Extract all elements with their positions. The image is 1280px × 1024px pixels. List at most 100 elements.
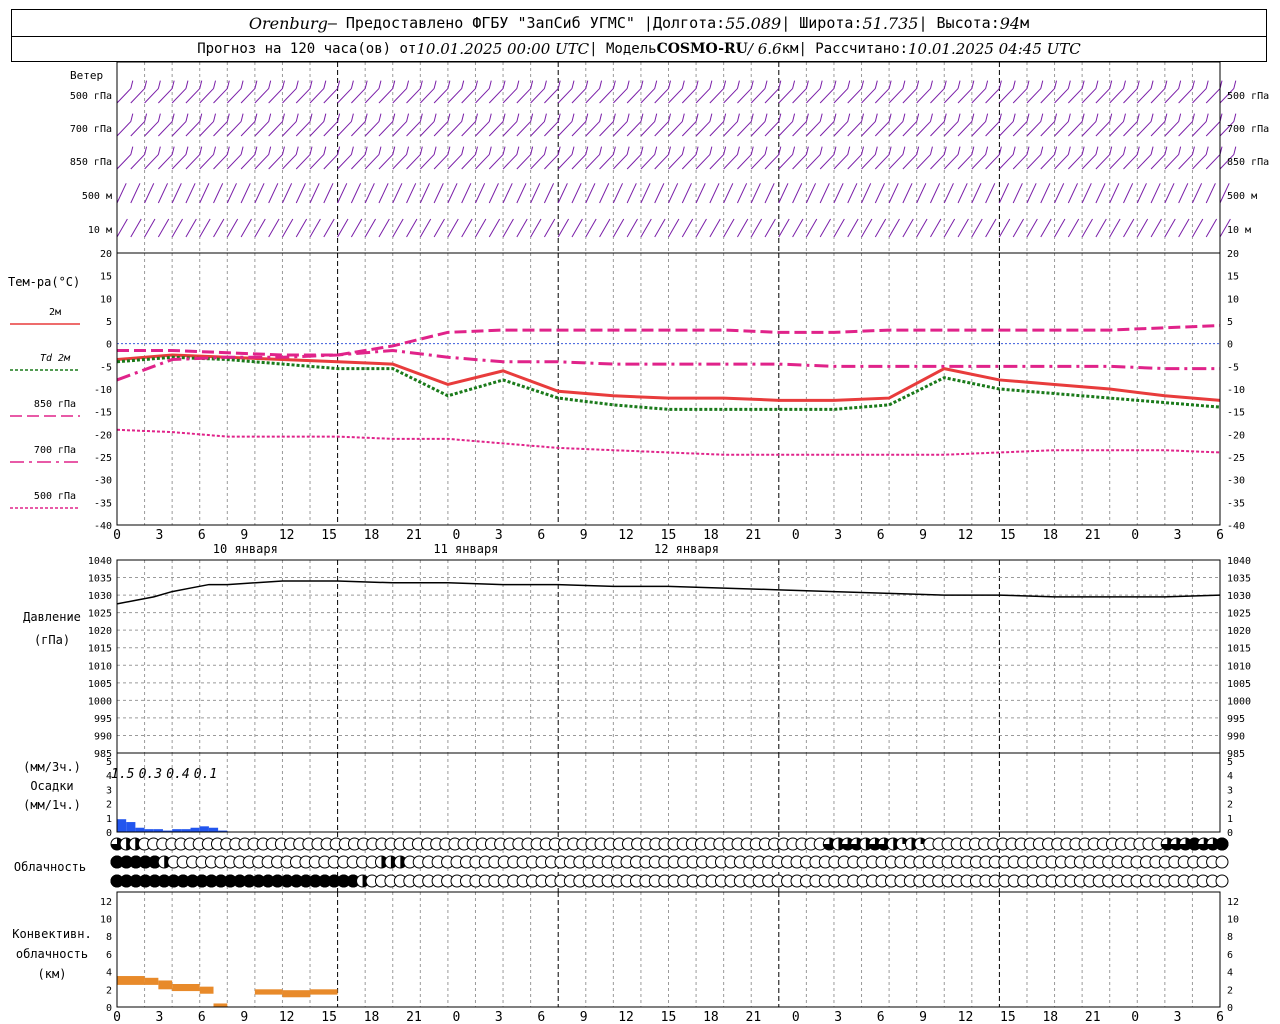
- temp-tick-right: -20: [1227, 430, 1245, 441]
- wind-barb: [475, 218, 487, 238]
- wind-barb: [116, 183, 127, 204]
- wind-barb: [612, 88, 628, 104]
- wind-barb: [861, 218, 873, 238]
- wind-barb: [640, 183, 651, 204]
- wind-barb: [199, 183, 210, 204]
- wind-barb-feather: [681, 80, 685, 89]
- pressure-tick-left: 995: [94, 714, 112, 725]
- wind-barb: [240, 121, 256, 137]
- wind-barb-feather: [792, 146, 796, 155]
- wind-barb-feather: [461, 113, 465, 122]
- wind-barb-feather: [433, 146, 437, 155]
- wind-barb: [433, 183, 444, 204]
- wind-barb: [502, 88, 518, 104]
- wind-barb: [1109, 121, 1124, 137]
- wind-barb: [240, 183, 251, 204]
- bottom-time-tick-label: 6: [877, 1010, 885, 1024]
- wind-barb: [1205, 218, 1218, 238]
- wind-barb-feather: [1178, 80, 1182, 89]
- wind-barb: [213, 121, 228, 137]
- wind-barb-feather: [213, 146, 216, 155]
- time-tick-label: 18: [1042, 528, 1058, 543]
- wind-barb: [626, 121, 642, 137]
- wind-barb: [378, 121, 394, 137]
- wind-barb: [268, 183, 279, 204]
- wind-barb: [943, 121, 959, 137]
- temp-tick-right: -5: [1227, 362, 1239, 373]
- wind-barb-feather: [516, 113, 520, 122]
- wind-barb: [874, 154, 890, 170]
- wind-barb-feather: [599, 146, 603, 155]
- wind-barb: [1192, 121, 1207, 137]
- precip-bar: [199, 826, 209, 832]
- wind-barb: [695, 218, 707, 238]
- precip-bar: [117, 819, 127, 832]
- wind-barb: [819, 218, 831, 238]
- wind-barb: [392, 88, 407, 104]
- wind-barb: [833, 88, 849, 104]
- wind-barb: [1191, 183, 1203, 204]
- conv-tick-left: 2: [106, 985, 112, 996]
- wind-barb: [158, 121, 173, 137]
- wind-barb: [792, 183, 803, 204]
- bottom-time-tick-label: 15: [1000, 1010, 1016, 1024]
- wind-barb: [640, 121, 656, 137]
- wind-barb: [475, 183, 486, 204]
- temp-tick-left: -20: [94, 430, 112, 441]
- wind-barb: [957, 218, 969, 238]
- wind-barb: [323, 88, 338, 104]
- precip-tick-left: 2: [106, 800, 112, 811]
- conv-axis-label: Конвективн.: [12, 927, 91, 941]
- wind-barb: [1178, 218, 1190, 238]
- wind-barb: [158, 88, 173, 104]
- cloud-cover-symbol: [1215, 855, 1229, 869]
- wind-barb-feather: [985, 146, 989, 155]
- wind-barb: [475, 88, 490, 104]
- bottom-time-tick-label: 21: [406, 1010, 422, 1024]
- bottom-time-tick-label: 6: [1216, 1010, 1224, 1024]
- wind-barb: [185, 154, 201, 170]
- bottom-time-tick-label: 6: [537, 1010, 545, 1024]
- wind-barb: [254, 121, 270, 137]
- wind-barb: [392, 183, 403, 204]
- wind-barb: [544, 88, 559, 104]
- wind-barb: [1205, 121, 1221, 137]
- wind-barb: [1178, 183, 1189, 204]
- conv-cloud-bar: [117, 976, 145, 985]
- wind-barb-feather: [957, 80, 961, 89]
- wind-barb: [847, 218, 859, 238]
- bottom-time-tick-label: 9: [919, 1010, 927, 1024]
- wind-barb: [116, 121, 132, 137]
- wind-barb: [874, 218, 887, 238]
- wind-barb: [185, 121, 201, 137]
- wind-barb-feather: [1123, 113, 1126, 122]
- wind-barb: [295, 218, 308, 238]
- wind-barb: [1136, 154, 1152, 170]
- wind-barb: [1150, 154, 1166, 170]
- wind-barb: [282, 121, 297, 137]
- wind-barb-feather: [736, 80, 740, 89]
- wind-barb-feather: [1012, 113, 1016, 122]
- wind-barb: [806, 88, 821, 104]
- wind-barb: [612, 183, 623, 204]
- wind-barb: [654, 121, 669, 137]
- cloud-cover-fill: [1215, 837, 1229, 851]
- wind-barb: [419, 218, 432, 238]
- wind-barb-feather: [433, 80, 437, 89]
- wind-barb-feather: [461, 80, 465, 89]
- wind-barb: [433, 121, 449, 137]
- conv-tick-left: 6: [106, 950, 112, 961]
- wind-barb: [902, 88, 918, 104]
- wind-barb: [1012, 218, 1025, 238]
- wind-barb-feather: [1095, 113, 1099, 122]
- wind-barb: [1054, 218, 1066, 238]
- wind-barb: [502, 218, 514, 238]
- wind-barb-feather: [957, 146, 961, 155]
- time-tick-label: 6: [537, 528, 545, 543]
- wind-barb: [626, 154, 642, 170]
- bottom-time-tick-label: 0: [452, 1010, 460, 1024]
- bottom-time-tick-label: 21: [1085, 1010, 1101, 1024]
- time-tick-label: 12: [279, 528, 295, 543]
- wind-barb: [778, 121, 793, 137]
- wind-barb: [516, 88, 531, 104]
